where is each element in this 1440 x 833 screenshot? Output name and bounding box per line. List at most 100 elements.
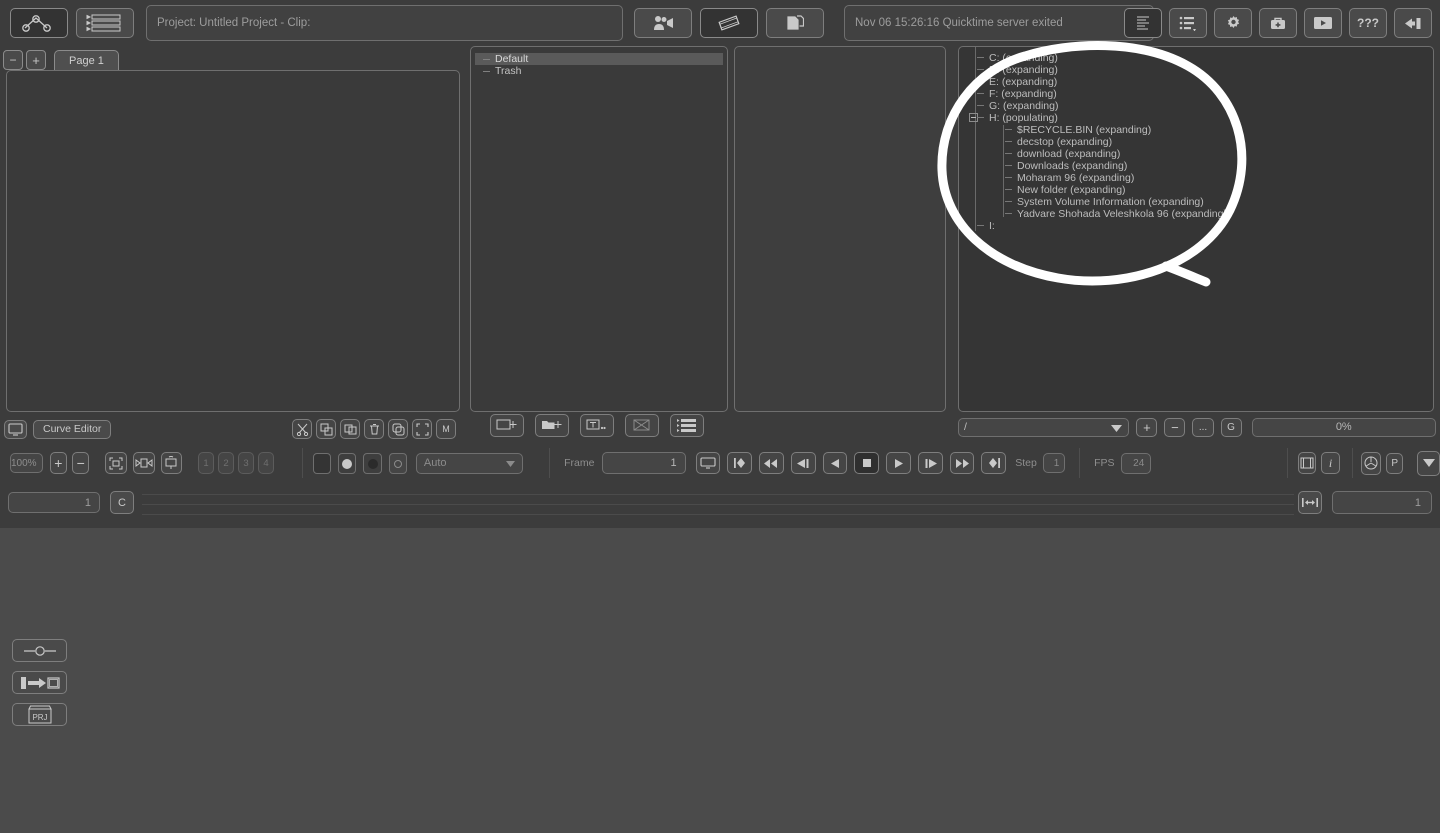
tree-item[interactable]: System Volume Information (expanding): [989, 196, 1433, 208]
browse-path-button[interactable]: ...: [1192, 417, 1214, 437]
pin-view-button[interactable]: [160, 452, 183, 474]
tree-connector: [977, 225, 984, 226]
film-settings-button[interactable]: [1298, 452, 1317, 474]
timeline-end-field[interactable]: 1: [1332, 491, 1432, 514]
project-field[interactable]: Project: Untitled Project - Clip:: [146, 4, 623, 41]
clip-bin-panel[interactable]: Default Trash: [470, 46, 728, 412]
project-settings-button[interactable]: PRJ: [12, 703, 67, 726]
stop-button[interactable]: [854, 452, 880, 474]
timeline-start-field[interactable]: 1: [8, 492, 100, 513]
list-item-default[interactable]: Default: [475, 53, 723, 65]
perspective-button[interactable]: P: [1386, 452, 1403, 474]
node-connector-button[interactable]: [12, 639, 67, 662]
three-d-view-button[interactable]: [1361, 451, 1382, 475]
tree-item[interactable]: Yadvare Shohada Veleshkola 96 (expanding…: [989, 208, 1433, 220]
add-clip-button[interactable]: [490, 413, 524, 437]
tab-page-1[interactable]: Page 1: [54, 50, 119, 70]
color-swatch-none[interactable]: [388, 452, 407, 474]
fit-image-button[interactable]: [105, 452, 127, 474]
tree-item[interactable]: H: (populating): [969, 112, 1433, 124]
trash-icon[interactable]: [364, 419, 384, 439]
tree-item[interactable]: F: (expanding): [977, 88, 1433, 100]
fast-forward-button[interactable]: [949, 452, 975, 474]
import-clip-button[interactable]: [12, 671, 67, 694]
viewer-panel[interactable]: [734, 46, 946, 412]
add-text-clip-button[interactable]: [580, 413, 614, 437]
help-button[interactable]: ???: [1349, 8, 1387, 38]
duplicate-button[interactable]: [388, 419, 408, 439]
channel-button-2[interactable]: 2: [218, 452, 235, 474]
group-button[interactable]: G: [1220, 417, 1242, 437]
tree-item[interactable]: I:: [977, 220, 1433, 232]
step-field[interactable]: 1: [1042, 453, 1066, 473]
export-button[interactable]: [1394, 8, 1432, 38]
list-menu-button[interactable]: [1169, 8, 1207, 38]
add-page-button[interactable]: +: [26, 50, 46, 70]
frame-field[interactable]: 1: [602, 452, 686, 474]
loop-button[interactable]: [695, 452, 721, 474]
play-button[interactable]: [1304, 8, 1342, 38]
color-swatch-dark[interactable]: [363, 452, 382, 474]
color-swatch-black[interactable]: [312, 452, 332, 474]
tree-item[interactable]: G: (expanding): [977, 100, 1433, 112]
paste-button[interactable]: [340, 419, 360, 439]
browse-path-label: ...: [1198, 421, 1208, 433]
play-backward-button[interactable]: [822, 452, 848, 474]
tree-item[interactable]: Moharam 96 (expanding): [989, 172, 1433, 184]
list-item-trash[interactable]: Trash: [475, 65, 723, 77]
node-graph-panel[interactable]: [6, 70, 460, 412]
remove-path-button[interactable]: −: [1164, 417, 1186, 437]
file-browser-panel[interactable]: C: (expanding) D: (expanding) E: (expandin…: [958, 46, 1434, 412]
remove-page-button[interactable]: −: [3, 50, 23, 70]
add-package-button[interactable]: [1259, 8, 1297, 38]
tree-item[interactable]: New folder (expanding): [989, 184, 1433, 196]
zoom-level-field[interactable]: 100%: [10, 453, 43, 473]
tree-item[interactable]: download (expanding): [989, 148, 1433, 160]
timeline-range-button[interactable]: [1298, 491, 1322, 514]
list-view-button[interactable]: [76, 7, 134, 38]
delete-clip-button[interactable]: [625, 413, 659, 437]
settings-button[interactable]: [1214, 8, 1252, 38]
cut-button[interactable]: [292, 419, 312, 439]
tree-item[interactable]: decstop (expanding): [989, 136, 1433, 148]
path-dropdown[interactable]: /: [958, 417, 1130, 437]
color-swatch-mid[interactable]: [338, 452, 357, 474]
fps-field[interactable]: 24: [1120, 452, 1152, 474]
go-to-end-key-button[interactable]: [981, 452, 1007, 474]
node-graph-view-button[interactable]: [10, 7, 68, 38]
add-folder-button[interactable]: [535, 413, 569, 437]
more-options-button[interactable]: [1416, 450, 1440, 476]
film-clip-button[interactable]: [700, 7, 758, 38]
step-forward-frame-button[interactable]: [917, 452, 943, 474]
auto-mode-dropdown[interactable]: Auto: [415, 452, 524, 474]
channel-button-4[interactable]: 4: [258, 452, 275, 474]
tree-item[interactable]: Downloads (expanding): [989, 160, 1433, 172]
timeline-track[interactable]: [142, 486, 1294, 528]
text-align-button[interactable]: [1124, 8, 1162, 38]
tree-item[interactable]: E: (expanding): [977, 76, 1433, 88]
tree-connector: [977, 105, 984, 106]
info-button[interactable]: i: [1321, 452, 1340, 474]
tree-item[interactable]: $RECYCLE.BIN (expanding): [989, 124, 1433, 136]
tree-item[interactable]: D: (expanding): [977, 64, 1433, 76]
add-path-button[interactable]: +: [1136, 417, 1158, 437]
list-options-button[interactable]: [670, 413, 704, 437]
copy-button[interactable]: [316, 419, 336, 439]
monitor-icon[interactable]: [4, 419, 27, 439]
fit-view-button[interactable]: [412, 419, 432, 439]
play-forward-button[interactable]: [886, 452, 911, 474]
copy-page-button[interactable]: [766, 7, 824, 38]
zoom-in-button[interactable]: +: [49, 452, 68, 474]
zoom-out-button[interactable]: −: [72, 452, 90, 474]
timeline-curve-button[interactable]: C: [110, 491, 134, 514]
step-back-frame-button[interactable]: [790, 452, 816, 474]
tree-item[interactable]: C: (expanding): [977, 52, 1433, 64]
channel-button-1[interactable]: 1: [198, 452, 215, 474]
rewind-button[interactable]: [759, 452, 784, 474]
channel-button-3[interactable]: 3: [238, 452, 255, 474]
mode-menu-button[interactable]: M: [436, 419, 456, 439]
flip-view-button[interactable]: [133, 452, 155, 474]
camera-button[interactable]: [634, 7, 692, 38]
go-to-start-key-button[interactable]: [727, 452, 753, 474]
curve-editor-button[interactable]: Curve Editor: [33, 419, 112, 439]
